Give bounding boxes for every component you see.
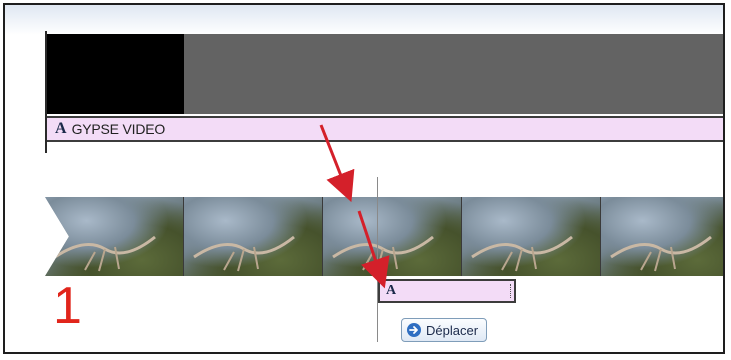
window-top-gradient [5, 5, 723, 35]
video-thumbnail [462, 197, 601, 276]
title-track-clip[interactable]: A GYPSE VIDEO [47, 116, 723, 142]
video-thumbnail [184, 197, 323, 276]
screenshot-frame: A GYPSE VIDEO A Déplacer 1 [3, 3, 725, 354]
step-number: 1 [53, 277, 82, 335]
move-button-label: Déplacer [426, 322, 479, 338]
video-track[interactable] [47, 34, 723, 114]
video-thumbnail [45, 197, 184, 276]
arrow-right-icon [407, 323, 421, 337]
playhead-line[interactable] [377, 177, 378, 342]
video-thumbnail [601, 197, 723, 276]
caption-clip[interactable]: A [378, 279, 516, 303]
video-thumbnail-strip[interactable] [45, 197, 723, 276]
title-clip-label: GYPSE VIDEO [71, 121, 166, 137]
caption-icon: A [386, 283, 397, 298]
move-button[interactable]: Déplacer [401, 318, 488, 342]
title-icon: A [55, 120, 67, 137]
black-video-clip[interactable] [47, 34, 184, 114]
video-thumbnail [323, 197, 462, 276]
